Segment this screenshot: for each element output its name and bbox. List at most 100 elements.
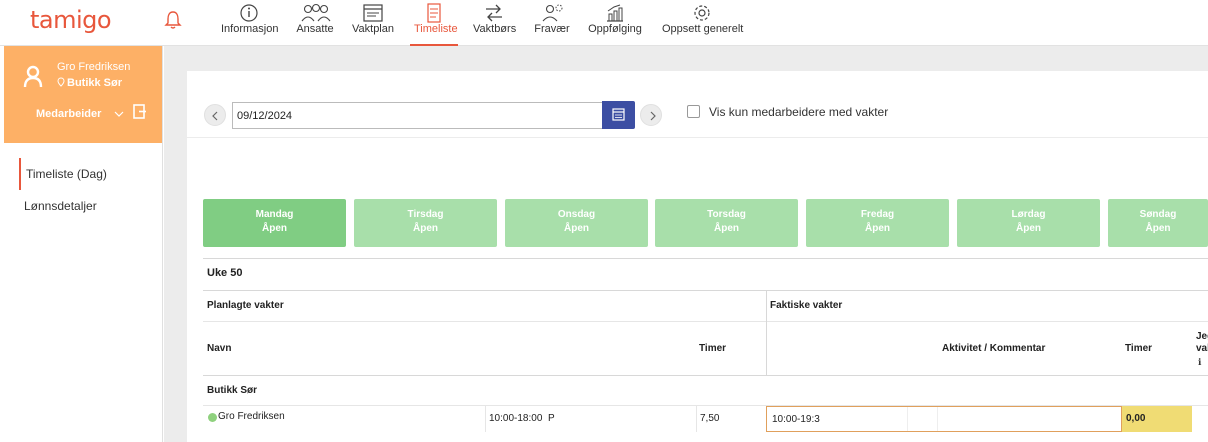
column-header-activity: Aktivitet / Kommentar [942,343,1046,354]
nav-oppfolging[interactable]: Oppfølging [588,0,642,44]
day-tab-sondag[interactable]: Søndag Åpen [1108,199,1208,247]
calendar-icon [612,108,625,121]
cell-divider [907,407,908,431]
nav-oppsett-generelt[interactable]: Oppsett generelt [662,0,744,44]
day-name: Onsdag [557,209,596,220]
info-tooltip-icon[interactable]: ℹ [1198,357,1201,368]
sidebar-divider [162,46,163,442]
group-label: Butikk Sør [207,385,258,396]
previous-day-button[interactable] [204,104,226,126]
day-tab-fredag[interactable]: Fredag Åpen [806,199,949,247]
day-tab-tirsdag[interactable]: Tirsdag Åpen [354,199,497,247]
nav-label: Oppsett generelt [662,23,744,35]
chevron-right-icon [650,111,656,121]
week-label: Uke 50 [207,267,243,279]
nav-label: Informasjon [221,23,279,35]
planned-shifts-header: Planlagte vakter [207,300,284,311]
actual-shifts-header: Faktiske vakter [770,300,843,311]
table-border [203,258,1208,259]
column-header-actual-hours: Timer [1125,343,1153,354]
nav-label: Fravær [534,23,570,35]
swap-arrows-icon [486,4,502,22]
nav-label: Vaktbørs [473,23,517,35]
timesheet-icon [427,3,441,23]
day-status: Åpen [714,223,739,234]
table-border [203,375,1208,376]
chevron-down-icon[interactable] [114,110,124,118]
day-status: Åpen [262,223,287,234]
cell-divider [937,407,938,431]
day-status: Åpen [1016,223,1041,234]
calendar-button[interactable] [602,101,635,129]
person-icon [23,65,43,88]
planned-hours: 7,50 [700,413,720,424]
tamigo-logo[interactable]: tamigo [30,6,112,34]
sidebar-item-timeliste-dag[interactable]: Timeliste (Dag) [19,158,159,190]
column-header-hours: Timer [699,343,727,354]
day-name: Torsdag [707,209,746,220]
actual-time-value: 10:00-19:3 [772,414,820,425]
column-header-extra-line2: vak [1196,343,1208,354]
day-status: Åpen [865,223,890,234]
absence-icon [542,4,563,22]
day-name: Søndag [1139,209,1177,220]
day-tab-torsdag[interactable]: Torsdag Åpen [655,199,798,247]
day-status: Åpen [564,223,589,234]
day-status: Åpen [1145,223,1171,234]
nav-label: Ansatte [296,23,334,35]
table-border [203,290,1208,291]
user-name: Gro Fredriksen [57,61,131,73]
day-tab-mandag[interactable]: Mandag Åpen [203,199,346,247]
planned-code: P [548,413,555,424]
only-with-shifts-label[interactable]: Vis kun medarbeidere med vakter [709,105,888,119]
store-name[interactable]: Butikk Sør [57,77,122,89]
employee-name[interactable]: Gro Fredriksen [218,411,285,422]
actual-hours-cell: 0,00 [1122,406,1192,432]
column-header-extra-line1: Jeg [1196,331,1208,342]
day-name: Tirsdag [407,209,444,220]
nav-vaktplan[interactable]: Vaktplan [352,0,394,44]
location-pin-icon [57,77,65,87]
day-name: Mandag [255,209,294,220]
day-name: Fredag [860,209,895,220]
profile-panel: Gro Fredriksen Butikk Sør Medarbeider [4,46,163,143]
top-bar: tamigo Informasjon Ansatte Vaktplan Time… [0,0,1208,46]
nav-fravaer[interactable]: Fravær [534,0,570,44]
logout-icon[interactable] [132,104,147,119]
next-day-button[interactable] [640,104,662,126]
sub-navigation: Timeliste (Dag) Lønnsdetaljer [19,158,159,222]
table-column-divider [766,291,767,375]
day-tab-lordag[interactable]: Lørdag Åpen [957,199,1100,247]
store-label: Butikk Sør [67,77,123,89]
day-tab-onsdag[interactable]: Onsdag Åpen [505,199,648,247]
cell-divider [485,406,486,432]
nav-label: Timeliste [414,23,458,35]
schedule-icon [363,4,383,22]
gear-icon [694,5,710,21]
column-header-name: Navn [207,343,232,354]
nav-timeliste[interactable]: Timeliste [410,0,458,46]
actual-hours-value: 0,00 [1126,413,1146,424]
chevron-left-icon [212,111,218,121]
left-sidebar: Gro Fredriksen Butikk Sør Medarbeider Ti… [0,46,164,442]
day-status: Åpen [413,223,438,234]
nav-label: Vaktplan [352,23,394,35]
bell-icon[interactable] [164,10,182,30]
people-icon [301,3,331,22]
divider [187,137,1208,138]
table-border [203,321,1208,322]
status-dot [208,413,217,422]
date-input[interactable] [232,102,603,129]
nav-vaktbors[interactable]: Vaktbørs [473,0,517,44]
cell-divider [696,406,697,432]
only-with-shifts-checkbox[interactable] [687,105,700,118]
sidebar-item-lonnsdetaljer[interactable]: Lønnsdetaljer [19,190,159,222]
chart-icon [607,4,623,22]
day-name: Lørdag [1011,209,1046,220]
nav-ansatte[interactable]: Ansatte [296,0,334,44]
actual-time-input[interactable]: 10:00-19:3 [766,406,1122,432]
planned-time: 10:00-18:00 [489,413,543,424]
nav-informasjon[interactable]: Informasjon [221,0,279,44]
employees-dropdown-label[interactable]: Medarbeider [36,108,101,120]
nav-label: Oppfølging [588,23,642,35]
